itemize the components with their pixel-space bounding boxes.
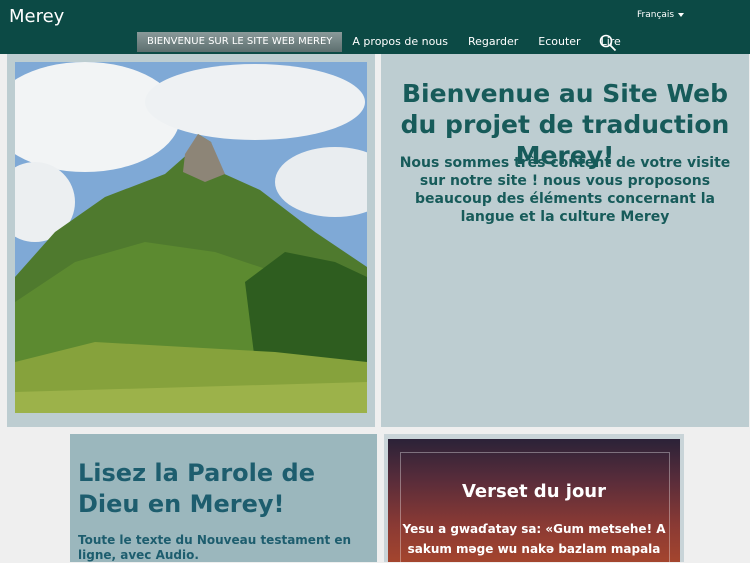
site-brand[interactable]: Merey	[9, 6, 64, 27]
language-label: Français	[637, 10, 675, 20]
top-navbar: Merey Français BIENVENUE SUR LE SITE WEB…	[0, 0, 750, 54]
nav-item-a-propos[interactable]: A propos de nous	[342, 32, 458, 52]
read-title: Lisez la Parole de Dieu en Merey!	[78, 459, 315, 518]
main-nav: BIENVENUE SUR LE SITE WEB MEREY A propos…	[137, 32, 631, 52]
nav-item-bienvenue[interactable]: BIENVENUE SUR LE SITE WEB MEREY	[137, 32, 343, 52]
read-card[interactable]: Lisez la Parole de Dieu en Merey! Toute …	[70, 434, 377, 562]
verse-background: Verset du jour Yesu a gwaɗatay sa: «Gum …	[388, 439, 680, 562]
mountain-photo	[15, 62, 367, 413]
caret-down-icon	[678, 12, 685, 17]
verse-title: Verset du jour	[461, 481, 607, 502]
welcome-card: Bienvenue au Site Web du projet de tradu…	[381, 54, 749, 427]
nav-item-ecouter[interactable]: Ecouter	[528, 32, 590, 52]
verse-text: Yesu a gwaɗatay sa: «Gum metsehe! A saku…	[402, 522, 666, 556]
verse-card: Verset du jour Yesu a gwaɗatay sa: «Gum …	[384, 434, 684, 562]
nav-item-regarder[interactable]: Regarder	[458, 32, 528, 52]
search-icon[interactable]	[599, 34, 617, 52]
welcome-text: Nous sommes très content de votre visite…	[399, 155, 731, 225]
language-selector[interactable]: Français	[637, 10, 685, 20]
read-text: Toute le texte du Nouveau testament en l…	[78, 533, 352, 562]
